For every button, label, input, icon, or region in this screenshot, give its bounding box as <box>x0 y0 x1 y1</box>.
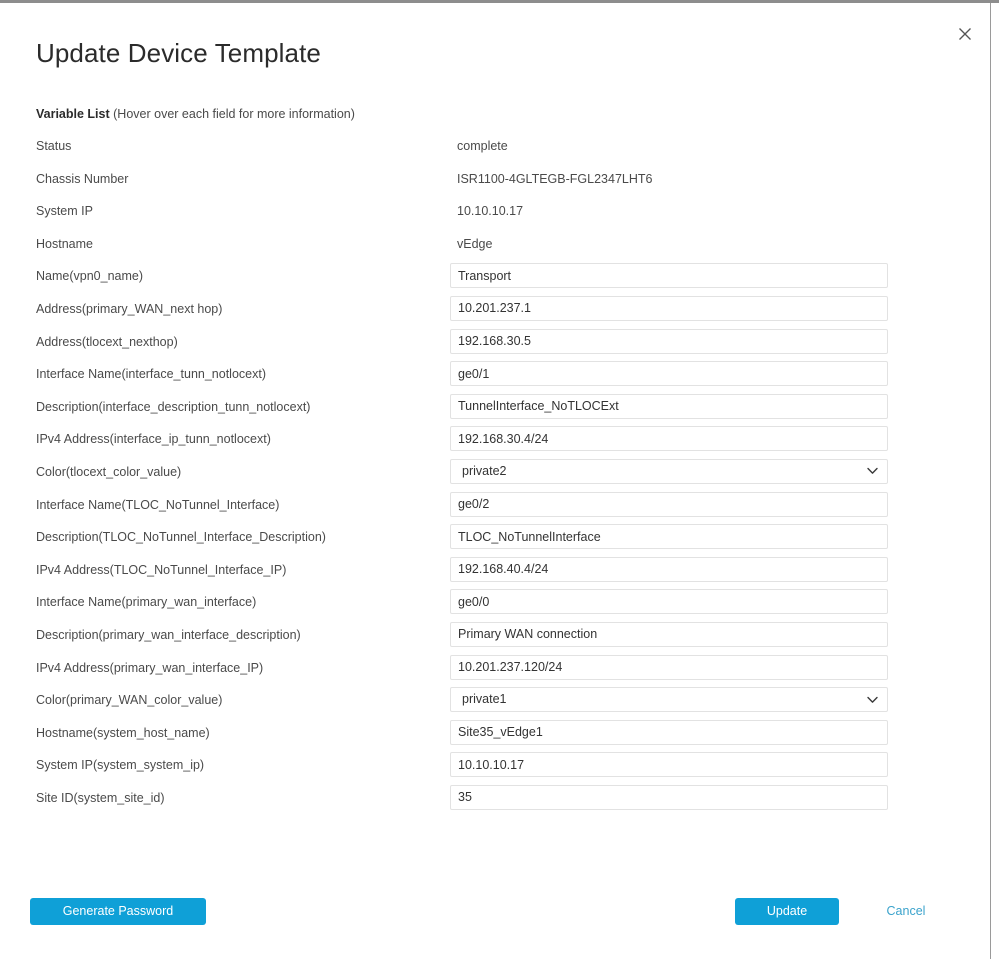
variable-row-input[interactable] <box>450 263 888 289</box>
variable-row-input[interactable] <box>450 752 888 778</box>
close-icon[interactable] <box>952 21 978 47</box>
variable-row: Interface Name(primary_wan_interface) <box>0 589 990 622</box>
screen: Update Device Template Variable List (Ho… <box>0 0 999 959</box>
variable-row-select-wrapper: private2 <box>450 458 888 484</box>
variable-row-input[interactable] <box>450 719 888 745</box>
variable-row: Description(interface_description_tunn_n… <box>0 393 990 427</box>
variable-row-input[interactable] <box>450 654 888 680</box>
variable-row-input[interactable] <box>450 393 888 419</box>
variable-row-label: Description(interface_description_tunn_n… <box>36 399 311 414</box>
variable-row-label: Name(vpn0_name) <box>36 269 143 284</box>
variable-row-select[interactable]: private1 <box>451 688 887 712</box>
variable-row-input[interactable] <box>450 621 888 647</box>
variable-row: IPv4 Address(interface_ip_tunn_notlocext… <box>0 426 990 459</box>
variable-row-label: Address(primary_WAN_next hop) <box>36 301 223 316</box>
variable-list-title: Variable List <box>36 107 110 121</box>
variable-row-value: vEdge <box>457 236 493 251</box>
variable-row: IPv4 Address(primary_wan_interface_IP) <box>0 654 990 688</box>
variable-row-label: Interface Name(interface_tunn_notlocext) <box>36 367 266 382</box>
variable-row-label: Site ID(system_site_id) <box>36 790 165 805</box>
variable-row-input[interactable] <box>450 589 888 615</box>
variable-row: Hostname(system_host_name) <box>0 719 990 753</box>
variable-row: Interface Name(interface_tunn_notlocext) <box>0 361 990 394</box>
variable-row-value: complete <box>457 139 508 153</box>
variable-row-label: Interface Name(primary_wan_interface) <box>36 595 257 610</box>
variable-row: System IP 10.10.10.17 <box>0 198 990 231</box>
variable-row: Color(primary_WAN_color_value) private1 <box>0 687 990 720</box>
variable-row-label: Color(tlocext_color_value) <box>36 464 182 479</box>
cancel-button[interactable]: Cancel <box>868 898 944 925</box>
variable-row: Site ID(system_site_id) <box>0 784 990 818</box>
variable-row-label: IPv4 Address(TLOC_NoTunnel_Interface_IP) <box>36 562 287 577</box>
variable-row-label: System IP <box>36 204 93 219</box>
variable-row-input[interactable] <box>450 295 888 321</box>
variable-row: Address(tlocext_nexthop) <box>0 328 990 362</box>
variable-row-label: Description(primary_wan_interface_descri… <box>36 627 301 642</box>
window-right-gutter <box>991 3 999 959</box>
variable-row: Chassis Number ISR1100-4GLTEGB-FGL2347LHT… <box>0 166 990 199</box>
variable-list-header: Variable List (Hover over each field for… <box>36 106 355 122</box>
variable-row-input[interactable] <box>450 361 888 387</box>
generate-password-button[interactable]: Generate Password <box>30 898 206 925</box>
variable-row-input[interactable] <box>450 426 888 452</box>
variable-list-hint: (Hover over each field for more informat… <box>113 107 355 121</box>
variable-row: Address(primary_WAN_next hop) <box>0 295 990 329</box>
update-button[interactable]: Update <box>735 898 839 925</box>
page-title: Update Device Template <box>36 38 321 68</box>
variable-row: System IP(system_system_ip) <box>0 752 990 785</box>
variable-row-label: IPv4 Address(interface_ip_tunn_notlocext… <box>36 432 271 447</box>
variable-row: Name(vpn0_name) <box>0 263 990 296</box>
variable-row: Interface Name(TLOC_NoTunnel_Interface) <box>0 491 990 525</box>
variable-row-label: Address(tlocext_nexthop) <box>36 334 178 349</box>
variable-row-value: ISR1100-4GLTEGB-FGL2347LHT6 <box>457 171 653 186</box>
variable-row-input[interactable] <box>450 524 888 550</box>
variable-row-label: Chassis Number <box>36 171 129 186</box>
variable-list-form: Status complete Chassis Number ISR1100-4GLT… <box>0 133 990 817</box>
variable-row-label: IPv4 Address(primary_wan_interface_IP) <box>36 660 264 675</box>
variable-row: IPv4 Address(TLOC_NoTunnel_Interface_IP) <box>0 556 990 590</box>
dialog-footer: Generate Password Update Cancel <box>0 898 990 926</box>
variable-row: Status complete <box>0 133 990 166</box>
variable-row-label: Status <box>36 139 72 153</box>
variable-row-select[interactable]: private2 <box>451 459 887 483</box>
variable-row-input[interactable] <box>450 556 888 582</box>
variable-row: Description(primary_wan_interface_descri… <box>0 621 990 655</box>
variable-row-label: Color(primary_WAN_color_value) <box>36 693 223 708</box>
variable-row: Hostname vEdge <box>0 231 990 264</box>
variable-row-label: Description(TLOC_NoTunnel_Interface_Desc… <box>36 530 326 545</box>
variable-row-select-wrapper: private1 <box>450 687 888 713</box>
variable-row-input[interactable] <box>450 328 888 354</box>
variable-row-label: Hostname(system_host_name) <box>36 725 210 740</box>
variable-row-input[interactable] <box>450 491 888 517</box>
variable-row-label: Hostname <box>36 236 93 251</box>
variable-row: Description(TLOC_NoTunnel_Interface_Desc… <box>0 524 990 557</box>
update-device-template-dialog: Update Device Template Variable List (Ho… <box>0 3 990 959</box>
variable-row-label: Interface Name(TLOC_NoTunnel_Interface) <box>36 497 280 512</box>
variable-row-value: 10.10.10.17 <box>457 204 524 219</box>
variable-row-label: System IP(system_system_ip) <box>36 758 205 773</box>
variable-row: Color(tlocext_color_value) private2 <box>0 458 990 492</box>
variable-row-input[interactable] <box>450 784 888 810</box>
